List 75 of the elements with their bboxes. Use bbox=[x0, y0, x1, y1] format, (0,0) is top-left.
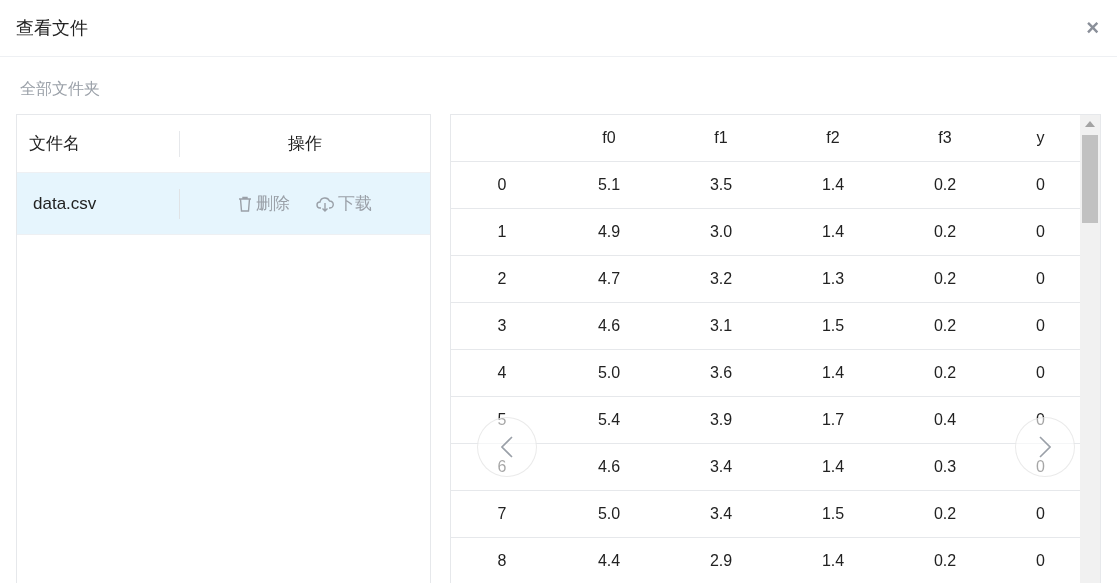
table-cell-text: 6 bbox=[496, 458, 508, 476]
delete-button[interactable]: 删除 bbox=[238, 192, 290, 215]
table-cell-text: 1.5 bbox=[820, 505, 846, 523]
table-cell-text: 0 bbox=[1035, 223, 1046, 241]
table-cell-text: 5.4 bbox=[596, 411, 622, 429]
table-cell-text: 1.4 bbox=[820, 458, 846, 476]
table-cell-text: 4.7 bbox=[596, 270, 622, 288]
table-cell-text: 3.0 bbox=[708, 223, 734, 241]
chevron-left-icon bbox=[501, 436, 513, 458]
table-cell-text: 0.3 bbox=[932, 458, 958, 476]
table-cell-text: 1.3 bbox=[820, 270, 846, 288]
table-cell-text: 0.2 bbox=[932, 223, 958, 241]
table-cell-text: 0 bbox=[1035, 458, 1046, 476]
table-cell-text: 0 bbox=[1035, 505, 1046, 523]
table-cell-text: 0.2 bbox=[932, 364, 958, 382]
table-cell-text: 0 bbox=[1035, 317, 1046, 335]
table-cell-text: 0.2 bbox=[932, 270, 958, 288]
table-cell-text: 3.4 bbox=[708, 458, 734, 476]
table-cell-text: 1.4 bbox=[820, 176, 846, 194]
chevron-right-icon bbox=[1039, 436, 1051, 458]
scroll-up-icon[interactable] bbox=[1085, 121, 1095, 127]
column-header: 操作 bbox=[287, 133, 323, 155]
scrollbar[interactable] bbox=[1080, 115, 1100, 583]
table-cell-text: 0 bbox=[1035, 364, 1046, 382]
table-cell-text: 0.2 bbox=[932, 552, 958, 570]
table-cell-text: 1.4 bbox=[820, 552, 846, 570]
table-cell-text: 1 bbox=[496, 223, 508, 241]
table-cell-text: 3.1 bbox=[708, 317, 734, 335]
column-header: y bbox=[1035, 129, 1046, 147]
table-cell-text: 3.5 bbox=[708, 176, 734, 194]
table-cell-text: 1.7 bbox=[820, 411, 846, 429]
table-cell-text: 4.9 bbox=[596, 223, 622, 241]
close-button[interactable]: × bbox=[1084, 17, 1101, 39]
table-cell-text: 4 bbox=[496, 364, 508, 382]
table-cell-text: 0.4 bbox=[932, 411, 958, 429]
dialog-title: 查看文件 bbox=[16, 17, 88, 40]
table-cell-text: 3.9 bbox=[708, 411, 734, 429]
file-row[interactable]: data.csv 删除 下载 bbox=[17, 173, 430, 235]
table-cell-text: 1.4 bbox=[820, 223, 846, 241]
table-cell-text: 2.9 bbox=[708, 552, 734, 570]
download-button[interactable]: 下载 bbox=[316, 192, 372, 215]
table-cell-text: 0.2 bbox=[932, 317, 958, 335]
table-cell-text: 0 bbox=[1035, 176, 1046, 194]
table-cell-text: 3 bbox=[496, 317, 508, 335]
table-cell-text: 3.2 bbox=[708, 270, 734, 288]
table-cell-text: 3.6 bbox=[708, 364, 734, 382]
table-cell-text: 4.6 bbox=[596, 317, 622, 335]
table-cell-text: 5 bbox=[496, 411, 508, 429]
table-cell-text: 8 bbox=[496, 552, 508, 570]
table-cell-text: 4.6 bbox=[596, 458, 622, 476]
table-cell-text: 1.5 bbox=[820, 317, 846, 335]
column-header: f0 bbox=[601, 129, 617, 147]
column-header: 文件名 bbox=[17, 130, 180, 157]
table-cell-text: 0 bbox=[1035, 270, 1046, 288]
table-cell-text: 0.2 bbox=[932, 176, 958, 194]
table-cell-text: 3.4 bbox=[708, 505, 734, 523]
column-header: f2 bbox=[825, 129, 841, 147]
cloud-download-icon bbox=[316, 195, 334, 212]
trash-icon bbox=[238, 195, 252, 212]
column-header: f3 bbox=[937, 129, 953, 147]
table-cell-text: 2 bbox=[496, 270, 508, 288]
table-cell-text: 5.0 bbox=[596, 364, 622, 382]
table-cell-text: 5.0 bbox=[596, 505, 622, 523]
table-cell-text: 0.2 bbox=[932, 505, 958, 523]
table-cell-text: 7 bbox=[496, 505, 508, 523]
column-header: f1 bbox=[713, 129, 729, 147]
file-name: data.csv bbox=[17, 188, 180, 219]
scroll-thumb[interactable] bbox=[1082, 135, 1098, 223]
table-cell-text: 0 bbox=[1035, 552, 1046, 570]
table-cell-text: 0 bbox=[496, 176, 508, 194]
breadcrumb[interactable]: 全部文件夹 bbox=[20, 79, 100, 100]
table-cell-text: 5.1 bbox=[596, 176, 622, 194]
table-cell-text: 4.4 bbox=[596, 552, 622, 570]
table-cell-text: 1.4 bbox=[820, 364, 846, 382]
table-cell-text: 0 bbox=[1035, 411, 1046, 429]
